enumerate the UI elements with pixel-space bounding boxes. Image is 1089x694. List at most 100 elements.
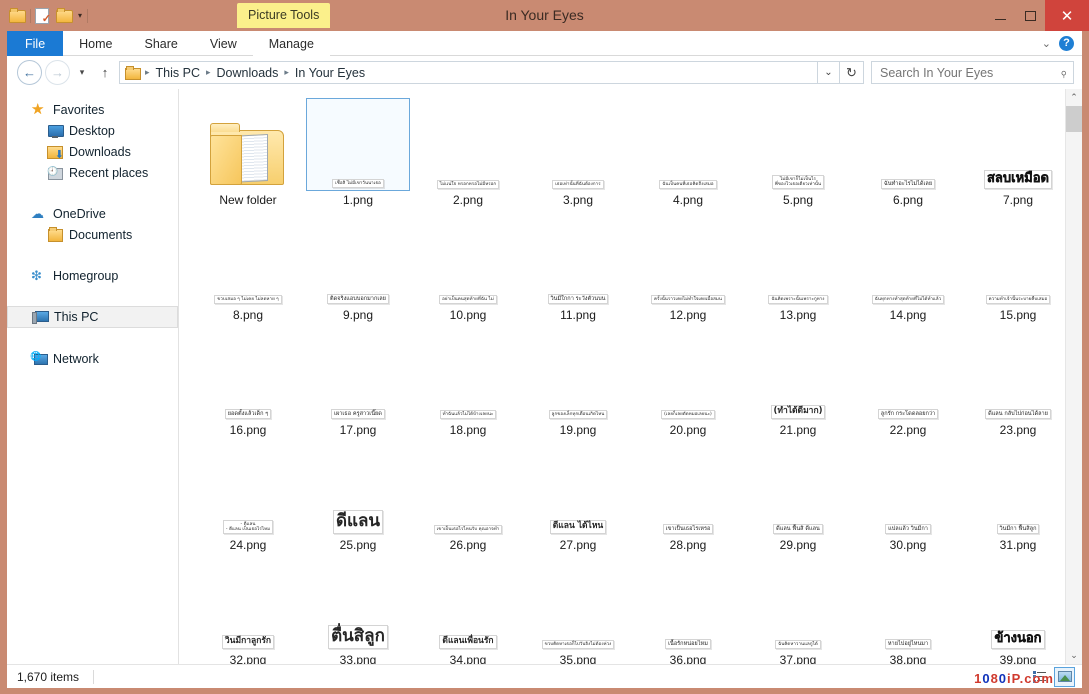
file-item[interactable]: ดีแลน กลับไปก่อนได้ลาย 23.png xyxy=(963,325,1073,440)
file-item[interactable]: ขวบคิดหาเธอก็ไปวันจิงไม่ต้องห่วง 35.png xyxy=(523,555,633,664)
sidebar-item-onedrive[interactable]: ☁ OneDrive xyxy=(7,203,178,224)
search-box[interactable]: ⌕ xyxy=(871,61,1074,84)
address-dropdown-caret[interactable]: ⌄ xyxy=(818,61,840,84)
file-item[interactable]: วินมีใกกา ระวังตัวนบน 11.png xyxy=(523,210,633,325)
file-item[interactable]: ยอดตั้งแล้วเด็ก ๆ 16.png xyxy=(193,325,303,440)
file-item[interactable]: ฉันทุกทางทำสุดท้ายที่ไม่ได้ทำแล้ว 14.png xyxy=(853,210,963,325)
file-item[interactable]: เนื้อรักหน่อยไหม 36.png xyxy=(633,555,743,664)
breadcrumb-this-pc[interactable]: This PC xyxy=(152,66,204,80)
thumbnail-image: ลูกของเล็กทุกเดือนเกิดไหน xyxy=(548,409,608,419)
sidebar-item-recent-places[interactable]: Recent places xyxy=(7,162,178,183)
properties-folder-icon[interactable] xyxy=(9,7,26,24)
file-name-label: 26.png xyxy=(449,538,487,552)
search-input[interactable] xyxy=(880,65,1060,80)
thumbnail-text: ครั้งนั้นราวเคยไม่ทำใจเคยเมื่อสมน xyxy=(653,296,723,302)
file-item[interactable]: ครั้งนั้นราวเคยไม่ทำใจเคยเมื่อสมน 12.png xyxy=(633,210,743,325)
tab-view[interactable]: View xyxy=(194,31,253,56)
scroll-up-arrow-icon[interactable]: ⌃ xyxy=(1066,89,1083,106)
file-item[interactable]: เธอเท่านั้นที่ฉันต้องการ 3.png xyxy=(523,95,633,210)
file-item[interactable]: ขวบเสมอ ๆ ไม่เคย ไม่ลดหาย ๆ 8.png xyxy=(193,210,303,325)
file-item[interactable]: สลบเหมือด 7.png xyxy=(963,95,1073,210)
scroll-down-arrow-icon[interactable]: ⌄ xyxy=(1066,647,1083,664)
sidebar-item-favorites[interactable]: ★ Favorites xyxy=(7,99,178,120)
tab-home[interactable]: Home xyxy=(63,31,128,56)
file-item[interactable]: ไม่เเน่ใจ หรอกหรอไม่มีหรอก 2.png xyxy=(413,95,523,210)
file-item[interactable]: ฉันคิดหาวานแลกูได้ 37.png xyxy=(743,555,853,664)
file-item[interactable]: ความทำเจ้านี้นระบายคืบเสมอ 15.png xyxy=(963,210,1073,325)
file-item[interactable]: แปลแล้ว วินมีกา 30.png xyxy=(853,440,963,555)
file-name-label: 4.png xyxy=(672,193,704,207)
recent-locations-caret[interactable]: ▾ xyxy=(73,60,91,85)
sidebar-item-homegroup[interactable]: ❇ Homegroup xyxy=(7,265,178,286)
file-item[interactable]: หายไปอยู่ไหนมา 38.png xyxy=(853,555,963,664)
thumbnail-text: ตื่นสิลูก xyxy=(331,626,385,647)
file-item[interactable]: ดีแลน ฟื้นสิ ดีแลน 29.png xyxy=(743,440,853,555)
file-item[interactable]: - ดีแลน - ดีแลน เป็นเธอไรไหม 24.png xyxy=(193,440,303,555)
file-item[interactable]: ไม่มีเขาก็ไม่เป็นไร พี่ของไวเธอเดียวเท่าน… xyxy=(743,95,853,210)
file-item[interactable]: เชื่อสิ ไม่มีเขาวันนาเธอ 1.png xyxy=(303,95,413,210)
file-item[interactable]: เผาเธอ ครูสาวเนี๊ยด 17.png xyxy=(303,325,413,440)
new-document-icon[interactable] xyxy=(35,7,52,25)
minimize-button[interactable] xyxy=(985,0,1015,31)
file-item[interactable]: วินมีกา ฟื้นสิลูก 31.png xyxy=(963,440,1073,555)
sidebar-item-downloads[interactable]: Downloads xyxy=(7,141,178,162)
chevron-down-icon[interactable]: ⌄ xyxy=(1042,37,1051,50)
maximize-button[interactable] xyxy=(1015,0,1045,31)
file-item[interactable]: ทำฉันแล้วไม่ได้บ้างเลยนะ 18.png xyxy=(413,325,523,440)
sidebar-item-documents[interactable]: Documents xyxy=(7,224,178,245)
sidebar-item-desktop[interactable]: Desktop xyxy=(7,120,178,141)
file-name-label: 37.png xyxy=(779,653,817,664)
vertical-scrollbar[interactable]: ⌃ ⌄ xyxy=(1065,89,1082,664)
tab-share[interactable]: Share xyxy=(129,31,194,56)
scrollbar-thumb[interactable] xyxy=(1065,106,1082,132)
new-folder-icon[interactable] xyxy=(56,7,73,24)
large-icons-view-button[interactable] xyxy=(1054,666,1075,687)
file-item[interactable]: ดีแลน 25.png xyxy=(303,440,413,555)
file-item[interactable]: ฉันคิดเพราะนั้นเพราะกูหาง 13.png xyxy=(743,210,853,325)
folder-item[interactable]: New folder xyxy=(193,95,303,210)
file-list-view[interactable]: New folder เชื่อสิ ไม่มีเขาวันนาเธอ 1.png ไ… xyxy=(179,89,1082,664)
breadcrumb-sep-2[interactable]: ▸ xyxy=(282,67,291,78)
file-item[interactable]: ฉันทำอะไรไม่ได้เลย 6.png xyxy=(853,95,963,210)
back-button[interactable]: ← xyxy=(17,60,42,85)
file-item[interactable]: (ทำได้ดีมาก) 21.png xyxy=(743,325,853,440)
thumbnail-text: ขวบคิดหาเธอก็ไปวันจิงไม่ต้องห่วง xyxy=(544,641,612,647)
close-button[interactable]: ✕ xyxy=(1045,0,1089,31)
file-item[interactable]: ดีแลนเพื่อนรัก 34.png xyxy=(413,555,523,664)
customize-qat-caret[interactable]: ▾ xyxy=(77,11,83,20)
breadcrumb[interactable]: ▸ This PC ▸ Downloads ▸ In Your Eyes xyxy=(119,61,818,84)
tab-manage[interactable]: Manage xyxy=(252,31,330,56)
file-item[interactable]: ลูกของเล็กทุกเดือนเกิดไหน 19.png xyxy=(523,325,633,440)
up-button[interactable]: ↑ xyxy=(94,60,116,85)
forward-button[interactable]: → xyxy=(45,60,70,85)
breadcrumb-in-your-eyes[interactable]: In Your Eyes xyxy=(291,66,369,80)
refresh-icon[interactable]: ↻ xyxy=(840,61,864,84)
file-item[interactable]: เขาเป็นเธอไรไหนรับ คุณอาจทำ 26.png xyxy=(413,440,523,555)
file-item[interactable]: อย่าเป็นคนสุดท้ายที่ฉัน ไม่ 10.png xyxy=(413,210,523,325)
file-item[interactable]: เขาเป็นเธอไรเหรอ 28.png xyxy=(633,440,743,555)
file-item[interactable]: ลูกรัก กระโดดลอยกว่า 22.png xyxy=(853,325,963,440)
file-item[interactable]: วินมีกาลูกรัก 32.png xyxy=(193,555,303,664)
file-thumbnail: ฉันเป็นคนที่เธอคิดถึงเสมอ xyxy=(636,98,740,191)
file-item[interactable]: ข้างนอก 39.png xyxy=(963,555,1073,664)
file-item[interactable]: ติดจริงแอบบอกมากเลย 9.png xyxy=(303,210,413,325)
scrollbar-track[interactable] xyxy=(1065,106,1082,647)
thumbnail-image: ดีแลน xyxy=(332,510,384,534)
file-item[interactable]: ดีแลน ได้ไหน 27.png xyxy=(523,440,633,555)
breadcrumb-sep-1[interactable]: ▸ xyxy=(204,67,213,78)
tab-file[interactable]: File xyxy=(7,31,64,56)
thumbnail-image: ขวบเสมอ ๆ ไม่เคย ไม่ลดหาย ๆ xyxy=(214,294,282,304)
sidebar-item-network[interactable]: Network xyxy=(7,348,178,369)
file-item[interactable]: ตื่นสิลูก 33.png xyxy=(303,555,413,664)
file-name-label: 19.png xyxy=(559,423,597,437)
file-thumbnail: อย่าเป็นคนสุดท้ายที่ฉัน ไม่ xyxy=(416,213,520,306)
window-frame-right xyxy=(1082,31,1089,694)
file-item[interactable]: ฉันเป็นคนที่เธอคิดถึงเสมอ 4.png xyxy=(633,95,743,210)
breadcrumb-downloads[interactable]: Downloads xyxy=(213,66,283,80)
file-name-label: 12.png xyxy=(669,308,707,322)
help-icon[interactable]: ? xyxy=(1059,35,1074,51)
file-item[interactable]: (เลยก็เลยตัดหมอเลยนะ) 20.png xyxy=(633,325,743,440)
sidebar-item-this-pc[interactable]: This PC xyxy=(7,306,178,328)
file-name-label: 2.png xyxy=(452,193,484,207)
thumbnail-text: ข้างนอก xyxy=(994,631,1042,647)
